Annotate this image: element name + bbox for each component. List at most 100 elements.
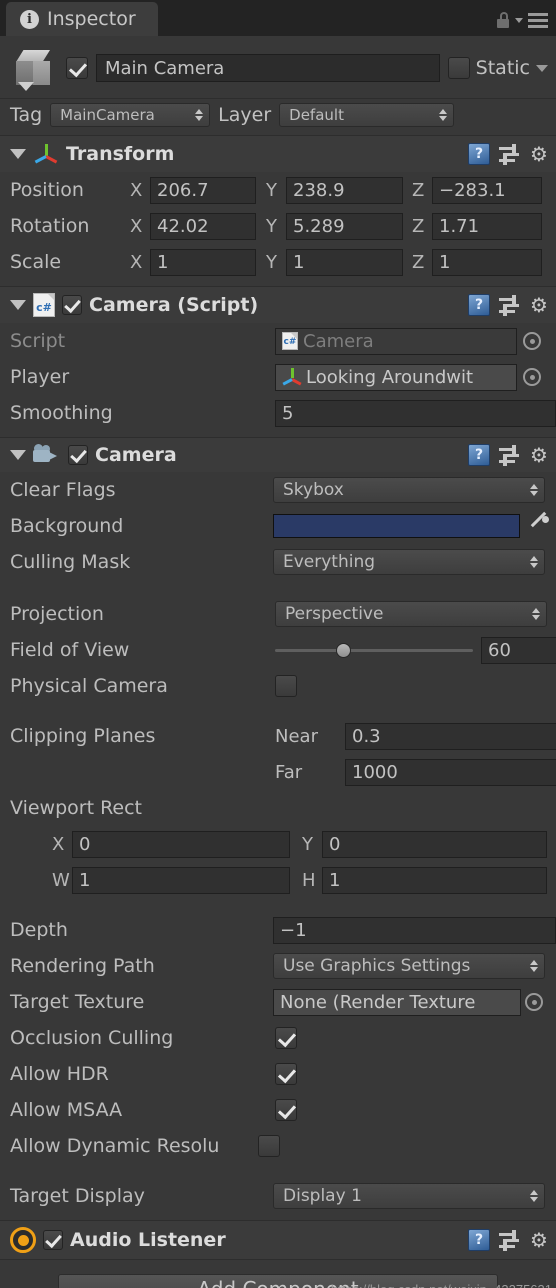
gameobject-name-input[interactable]: Main Camera xyxy=(96,54,440,82)
script-object-picker[interactable] xyxy=(523,332,541,350)
tag-dropdown[interactable]: MainCamera xyxy=(50,103,211,127)
tag-layer-row: Tag MainCamera Layer Default xyxy=(0,99,556,136)
scale-x-input[interactable]: 1 xyxy=(150,248,256,276)
transform-position-row: Position X 206.7 Y 238.9 Z −283.1 xyxy=(0,172,556,208)
scale-y-input[interactable]: 1 xyxy=(286,248,403,276)
background-row: Background xyxy=(0,508,556,544)
rotation-y-input[interactable]: 5.289 xyxy=(286,212,403,240)
audio-listener-header[interactable]: Audio Listener ? ⚙ xyxy=(0,1221,556,1259)
updown-arrows-icon xyxy=(530,959,539,973)
physical-camera-label: Physical Camera xyxy=(10,675,168,697)
allow-hdr-row: Allow HDR xyxy=(0,1056,556,1092)
viewport-w-input[interactable]: 1 xyxy=(72,866,290,894)
transform-header[interactable]: Transform ? ⚙ xyxy=(0,136,556,172)
depth-input[interactable]: −1 xyxy=(273,916,556,944)
rotation-x-input[interactable]: 42.02 xyxy=(150,212,256,240)
background-color-swatch[interactable] xyxy=(273,514,520,538)
help-book-icon[interactable]: ? xyxy=(468,143,490,165)
fov-input[interactable]: 60 xyxy=(481,636,556,664)
help-book-icon[interactable]: ? xyxy=(468,294,490,316)
audio-listener-enabled-checkbox[interactable] xyxy=(43,1230,63,1250)
position-x-input[interactable]: 206.7 xyxy=(150,176,256,204)
camera-script-header[interactable]: c# Camera (Script) ? ⚙ xyxy=(0,287,556,323)
viewport-x-input[interactable]: 0 xyxy=(72,830,290,858)
position-z-input[interactable]: −283.1 xyxy=(432,176,542,204)
cube-prefab-icon[interactable] xyxy=(10,44,58,92)
foldout-arrow-icon[interactable] xyxy=(10,300,26,310)
axis-label-z: Z xyxy=(412,179,425,201)
gear-icon[interactable]: ⚙ xyxy=(530,144,550,164)
viewport-rect-row: Viewport Rect xyxy=(0,790,556,826)
fov-slider[interactable] xyxy=(275,640,473,660)
near-input[interactable]: 0.3 xyxy=(345,722,556,750)
axis-label-y: Y xyxy=(266,215,277,237)
camera-script-enabled-checkbox[interactable] xyxy=(62,295,82,315)
component-transform: Transform ? ⚙ Position X 206.7 Y 238.9 Z… xyxy=(0,136,556,287)
tab-inspector[interactable]: i Inspector xyxy=(6,2,158,36)
transform-axis-icon xyxy=(33,142,59,166)
preset-icon[interactable] xyxy=(499,1230,521,1251)
rotation-z-input[interactable]: 1.71 xyxy=(432,212,542,240)
far-input[interactable]: 1000 xyxy=(345,758,556,786)
allow-msaa-checkbox[interactable] xyxy=(275,1099,297,1121)
allow-hdr-checkbox[interactable] xyxy=(275,1063,297,1085)
viewport-y-input[interactable]: 0 xyxy=(322,830,547,858)
layer-label: Layer xyxy=(218,104,272,126)
allow-msaa-row: Allow MSAA xyxy=(0,1092,556,1128)
static-checkbox[interactable] xyxy=(447,57,470,79)
transform-scale-row: Scale X 1 Y 1 Z 1 xyxy=(0,244,556,280)
camera-enabled-checkbox[interactable] xyxy=(68,445,88,465)
position-y-input[interactable]: 238.9 xyxy=(286,176,403,204)
occlusion-culling-checkbox[interactable] xyxy=(275,1027,297,1049)
culling-mask-label: Culling Mask xyxy=(10,551,131,573)
updown-arrows-icon xyxy=(195,108,204,122)
preset-icon[interactable] xyxy=(499,144,521,165)
clear-flags-dropdown[interactable]: Skybox xyxy=(273,477,545,503)
hamburger-menu-icon[interactable] xyxy=(528,12,548,28)
physical-camera-checkbox[interactable] xyxy=(275,675,297,697)
projection-value: Perspective xyxy=(285,604,384,624)
viewport-xy-row: X 0 Y 0 xyxy=(0,826,556,862)
foldout-arrow-icon[interactable] xyxy=(10,149,26,159)
rotation-label: Rotation xyxy=(10,215,90,237)
preset-icon[interactable] xyxy=(499,445,521,466)
target-texture-row: Target Texture None (Render Texture xyxy=(0,984,556,1020)
viewport-h-label: H xyxy=(302,869,316,891)
player-label: Player xyxy=(10,366,70,388)
axis-label-y: Y xyxy=(266,179,277,201)
preset-icon[interactable] xyxy=(499,295,521,316)
player-object-picker[interactable] xyxy=(523,368,541,386)
gameobject-enabled-checkbox[interactable] xyxy=(66,57,88,79)
tag-value: MainCamera xyxy=(60,106,155,124)
player-value-text: Looking Aroundwit xyxy=(306,366,474,388)
target-texture-field[interactable]: None (Render Texture xyxy=(273,988,521,1016)
target-display-dropdown[interactable]: Display 1 xyxy=(273,1183,545,1209)
gear-icon[interactable]: ⚙ xyxy=(530,445,550,465)
chevron-down-icon[interactable] xyxy=(515,17,523,23)
help-book-icon[interactable]: ? xyxy=(468,444,490,466)
viewport-h-input[interactable]: 1 xyxy=(322,866,547,894)
gear-icon[interactable]: ⚙ xyxy=(530,295,550,315)
static-label: Static xyxy=(475,57,530,79)
eyedropper-icon[interactable] xyxy=(528,511,550,537)
camera-header[interactable]: Camera ? ⚙ xyxy=(0,438,556,472)
smoothing-input[interactable]: 5 xyxy=(275,399,556,427)
target-display-label: Target Display xyxy=(10,1185,145,1207)
layer-dropdown[interactable]: Default xyxy=(279,103,455,127)
csharp-script-icon: c# xyxy=(33,293,55,317)
target-texture-object-picker[interactable] xyxy=(525,993,543,1011)
audio-listener-icon xyxy=(10,1227,36,1253)
projection-dropdown[interactable]: Perspective xyxy=(275,601,547,627)
culling-mask-dropdown[interactable]: Everything xyxy=(273,549,545,575)
static-dropdown-icon[interactable] xyxy=(536,64,548,72)
player-object-field[interactable]: Looking Aroundwit xyxy=(275,363,517,391)
lock-icon[interactable] xyxy=(496,12,510,28)
tabstrip-controls xyxy=(496,12,548,28)
gear-icon[interactable]: ⚙ xyxy=(530,1230,550,1250)
clear-flags-value: Skybox xyxy=(283,480,344,500)
rendering-path-dropdown[interactable]: Use Graphics Settings xyxy=(273,953,545,979)
foldout-arrow-icon[interactable] xyxy=(10,450,26,460)
allow-dynamic-resolution-checkbox[interactable] xyxy=(258,1135,280,1157)
help-book-icon[interactable]: ? xyxy=(468,1229,490,1251)
scale-z-input[interactable]: 1 xyxy=(432,248,542,276)
